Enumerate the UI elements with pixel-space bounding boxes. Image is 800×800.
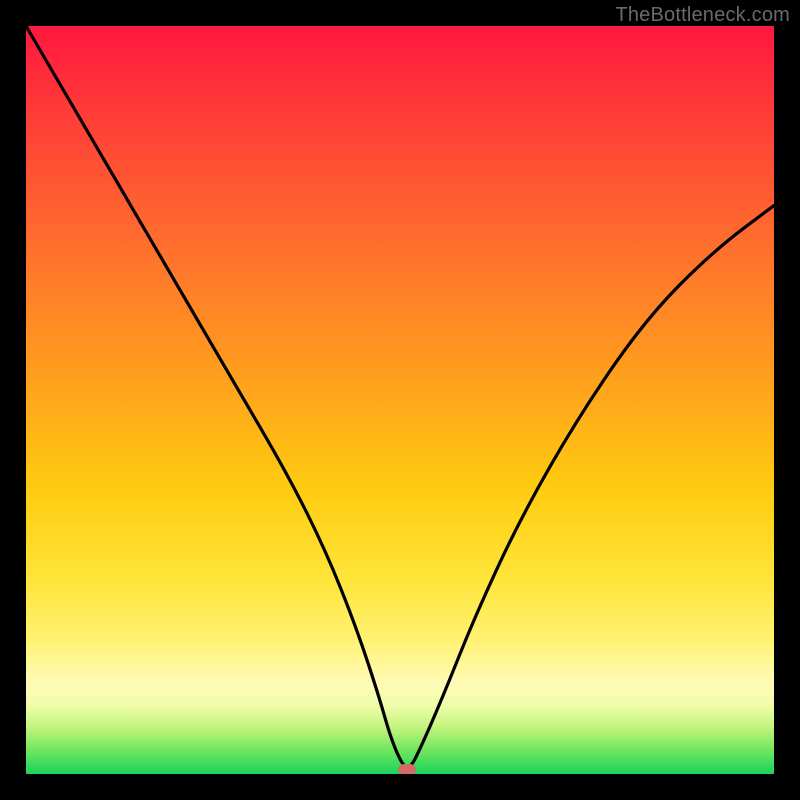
plot-area <box>26 26 774 774</box>
watermark-text: TheBottleneck.com <box>615 4 790 27</box>
curve-minimum-marker <box>398 764 416 774</box>
bottleneck-curve <box>26 26 774 774</box>
chart-frame: TheBottleneck.com <box>0 0 800 800</box>
